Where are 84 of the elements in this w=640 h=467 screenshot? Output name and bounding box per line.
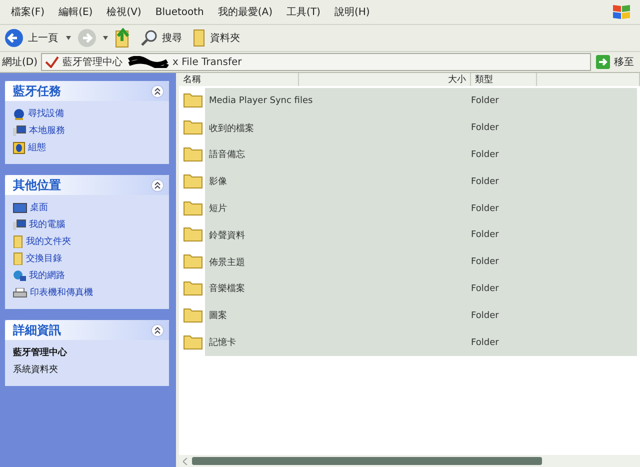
folder-icon [183, 172, 203, 189]
desktop-icon [13, 202, 27, 212]
bluetooth-icon [13, 142, 25, 154]
sidebar-link[interactable]: 交換目錄 [26, 252, 62, 265]
sidebar-link[interactable]: 桌面 [30, 201, 48, 214]
chevron-icon [154, 182, 161, 188]
horizontal-scrollbar[interactable] [179, 455, 640, 467]
column-header[interactable]: 大小 [299, 73, 471, 86]
folder-icon [183, 118, 203, 136]
chevron-icon [154, 326, 161, 334]
menu-item[interactable]: 我的最愛(A) [210, 5, 280, 19]
folder-icon [183, 91, 203, 108]
panel-title: 其他位置 [13, 176, 61, 194]
folders-button[interactable]: 資料夾 [190, 29, 242, 47]
file-name[interactable]: Media Player Sync files [205, 88, 471, 115]
menu-item[interactable]: 檢視(V) [100, 5, 148, 19]
printer-icon [13, 288, 27, 298]
file-name[interactable]: 語音備忘 [205, 142, 471, 168]
menu-item[interactable]: Bluetooth [148, 6, 211, 18]
menu-item[interactable]: 工具(T) [280, 5, 328, 19]
sidebar-link[interactable]: 印表機和傳真機 [30, 286, 93, 299]
panel-title: 詳細資訊 [13, 322, 61, 338]
dropdown-arrow-icon[interactable] [66, 36, 71, 40]
search-icon [140, 29, 158, 47]
file-name[interactable]: 佈景主題 [205, 248, 471, 276]
folder-icon [183, 225, 203, 242]
collapse-button[interactable] [151, 324, 164, 336]
dropdown-arrow-icon[interactable] [103, 36, 108, 40]
file-type: Folder [471, 302, 637, 330]
search-button[interactable]: 搜尋 [138, 29, 184, 47]
file-name[interactable]: 圖案 [205, 302, 471, 330]
address-label: 網址(D) [2, 56, 38, 69]
menu-item[interactable]: 說明(H) [327, 5, 377, 19]
file-name[interactable]: 影像 [205, 168, 471, 196]
folder-icon [183, 198, 203, 216]
folder-icon [183, 144, 203, 162]
menu-item[interactable]: 編輯(E) [52, 5, 100, 19]
file-name[interactable]: 短片 [205, 195, 471, 222]
sidebar-link[interactable]: 尋找設備 [28, 107, 64, 120]
bluetooth-globe-icon [13, 108, 25, 120]
folder-icon [13, 235, 23, 248]
collapse-button[interactable] [151, 84, 164, 98]
sidebar-link[interactable]: 我的文件夾 [26, 235, 71, 248]
chevron-icon [154, 88, 161, 94]
checkmark-icon [44, 56, 59, 68]
computer-icon [13, 219, 26, 230]
folder-icon [183, 278, 203, 296]
folder-up-icon[interactable] [114, 28, 132, 48]
go-button[interactable]: 移至 [594, 55, 636, 69]
file-type: Folder [471, 168, 637, 196]
file-type: Folder [471, 195, 637, 222]
network-icon [13, 270, 26, 282]
column-header[interactable]: 類型 [471, 73, 537, 86]
detail-text: 藍牙管理中心 [13, 346, 68, 359]
file-type: Folder [471, 276, 637, 302]
file-type: Folder [471, 248, 637, 276]
folder-icon [183, 252, 203, 270]
sidebar-link[interactable]: 我的電腦 [29, 218, 65, 231]
file-name[interactable]: 記憶卡 [205, 329, 471, 356]
file-name[interactable]: 鈴聲資料 [205, 222, 471, 249]
folder-icon [13, 252, 23, 265]
column-header[interactable]: 名稱 [179, 73, 299, 86]
file-type: Folder [471, 114, 637, 142]
go-arrow-icon [596, 55, 610, 69]
menu-item[interactable]: 檔案(F) [4, 5, 52, 19]
file-type: Folder [471, 88, 637, 115]
sidebar-link[interactable]: 本地服務 [29, 124, 65, 137]
redaction-scribble [126, 56, 169, 68]
folder-icon [183, 332, 203, 350]
file-type: Folder [471, 329, 637, 356]
file-name[interactable]: 音樂檔案 [205, 276, 471, 302]
computer-icon [13, 125, 26, 136]
back-button[interactable]: 上一頁 [2, 28, 60, 48]
panel-title: 藍牙任務 [13, 82, 61, 100]
folder-icon [183, 306, 203, 323]
file-name[interactable]: 收到的檔案 [205, 114, 471, 142]
folder-icon [192, 29, 206, 47]
sidebar-link[interactable]: 組態 [28, 141, 46, 154]
detail-text: 系統資料夾 [13, 364, 59, 376]
sidebar-link[interactable]: 我的網路 [29, 269, 65, 282]
address-field[interactable]: 藍牙管理中心 x File Transfer [40, 53, 591, 71]
file-type: Folder [471, 142, 637, 168]
collapse-button[interactable] [151, 178, 164, 192]
file-type: Folder [471, 222, 637, 249]
